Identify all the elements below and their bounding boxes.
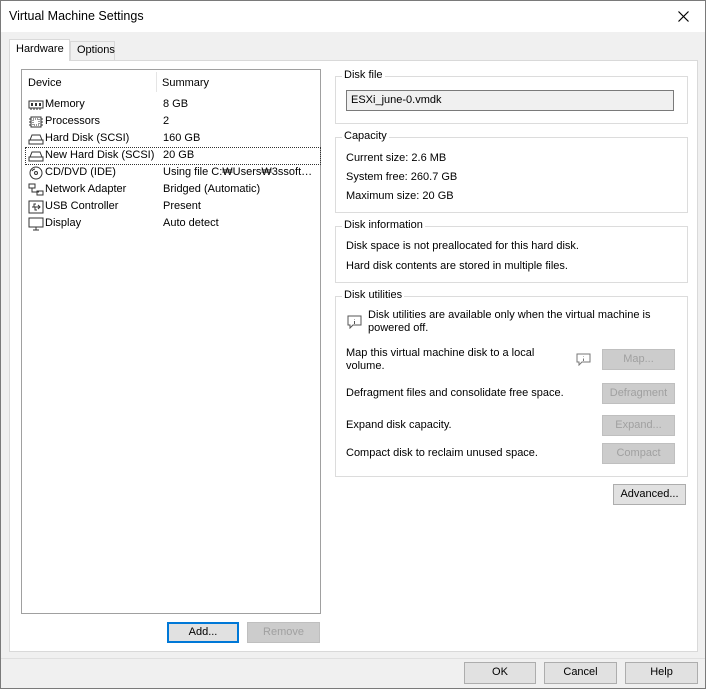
disk-file-field[interactable]: ESXi_june-0.vmdk — [346, 90, 674, 111]
processor-icon — [29, 116, 43, 128]
compact-button[interactable]: Compact — [602, 443, 675, 464]
map-button-label: Map... — [623, 353, 654, 365]
expand-button-label: Expand... — [615, 419, 662, 431]
defragment-button-label: Defragment — [609, 387, 668, 399]
device-summary: 2 — [163, 115, 170, 127]
add-button-label: Add... — [188, 626, 218, 638]
remove-button[interactable]: Remove — [247, 622, 320, 643]
advanced-button[interactable]: Advanced... — [613, 484, 686, 505]
device-row-network-adapter[interactable]: Network Adapter Bridged (Automatic) — [26, 182, 320, 198]
tab-options[interactable]: Options — [70, 41, 115, 60]
info-icon — [347, 315, 362, 329]
compact-description: Compact disk to reclaim unused space. — [346, 447, 538, 459]
network-adapter-icon — [28, 183, 44, 196]
memory-icon — [28, 100, 44, 110]
column-header-summary[interactable]: Summary — [162, 77, 209, 89]
footer-divider — [1, 658, 705, 659]
ok-button[interactable]: OK — [464, 662, 536, 684]
disk-info-line-1: Disk space is not preallocated for this … — [346, 240, 579, 252]
tab-hardware-label: Hardware — [16, 43, 64, 55]
device-row-hard-disk[interactable]: Hard Disk (SCSI) 160 GB — [26, 131, 320, 147]
disk-information-group-label: Disk information — [342, 219, 425, 231]
device-name: New Hard Disk (SCSI) — [45, 149, 155, 161]
device-summary: Present — [163, 200, 201, 212]
device-name: Hard Disk (SCSI) — [45, 132, 130, 144]
device-summary: 20 GB — [163, 149, 195, 161]
device-row-new-hard-disk[interactable]: New Hard Disk (SCSI) 20 GB — [25, 147, 321, 165]
virtual-machine-settings-window: Virtual Machine Settings Hardware Option… — [0, 0, 706, 689]
device-name: CD/DVD (IDE) — [45, 166, 116, 178]
column-separator[interactable] — [156, 72, 157, 92]
device-name: Processors — [45, 115, 101, 127]
help-button[interactable]: Help — [625, 662, 698, 684]
ok-button-label: OK — [492, 666, 508, 678]
disk-utilities-notice-line-2: powered off. — [368, 322, 429, 334]
device-row-memory[interactable]: Memory 8 GB — [26, 97, 320, 113]
disk-utilities-group-label: Disk utilities — [342, 289, 405, 301]
device-row-cd-dvd[interactable]: CD/DVD (IDE) Using file C:₩Users₩3ssoft… — [26, 165, 320, 181]
map-description-line-2: volume. — [346, 360, 385, 372]
hard-disk-icon — [28, 134, 44, 145]
display-icon — [28, 217, 44, 231]
device-summary: Bridged (Automatic) — [163, 183, 261, 195]
device-name: Network Adapter — [45, 183, 127, 195]
column-header-device[interactable]: Device — [28, 77, 62, 89]
close-icon — [677, 11, 689, 22]
device-list-header: Device Summary — [22, 70, 320, 94]
device-row-usb-controller[interactable]: USB Controller Present — [26, 199, 320, 215]
disk-info-line-2: Hard disk contents are stored in multipl… — [346, 260, 568, 272]
tab-options-label: Options — [77, 44, 115, 56]
defragment-button[interactable]: Defragment — [602, 383, 675, 404]
current-size-text: Current size: 2.6 MB — [346, 152, 447, 164]
help-button-label: Help — [650, 666, 673, 678]
window-title: Virtual Machine Settings — [9, 9, 144, 23]
map-description-line-1: Map this virtual machine disk to a local — [346, 347, 535, 359]
system-free-text: System free: 260.7 GB — [346, 171, 458, 183]
close-button[interactable] — [661, 1, 705, 32]
capacity-group-label: Capacity — [342, 130, 389, 142]
map-button[interactable]: Map... — [602, 349, 675, 370]
compact-button-label: Compact — [616, 447, 661, 459]
device-name: USB Controller — [45, 200, 119, 212]
device-row-display[interactable]: Display Auto detect — [26, 216, 320, 232]
capacity-group: Capacity Current size: 2.6 MB System fre… — [335, 130, 688, 213]
disk-file-group-label: Disk file — [342, 69, 385, 81]
expand-description: Expand disk capacity. — [346, 419, 452, 431]
disk-file-group: Disk file ESXi_june-0.vmdk — [335, 69, 688, 124]
hardware-tab-panel: Device Summary Memory 8 GB Processors 2 … — [9, 60, 698, 652]
info-icon — [576, 353, 591, 366]
expand-button[interactable]: Expand... — [602, 415, 675, 436]
defragment-description: Defragment files and consolidate free sp… — [346, 387, 564, 399]
maximum-size-text: Maximum size: 20 GB — [346, 190, 454, 202]
device-row-processors[interactable]: Processors 2 — [26, 114, 320, 130]
usb-icon — [28, 200, 44, 214]
add-button[interactable]: Add... — [167, 622, 239, 643]
device-summary: 160 GB — [163, 132, 201, 144]
disk-utilities-notice-line-1: Disk utilities are available only when t… — [368, 309, 651, 321]
disk-utilities-group: Disk utilities Disk utilities are availa… — [335, 289, 688, 477]
title-bar: Virtual Machine Settings — [1, 1, 705, 32]
device-summary: Auto detect — [163, 217, 219, 229]
cancel-button[interactable]: Cancel — [544, 662, 617, 684]
cd-dvd-icon — [29, 166, 43, 180]
device-list[interactable]: Device Summary Memory 8 GB Processors 2 … — [21, 69, 321, 614]
tab-hardware[interactable]: Hardware — [9, 39, 70, 61]
remove-button-label: Remove — [263, 626, 304, 638]
device-name: Display — [45, 217, 82, 229]
hard-disk-icon — [28, 151, 44, 162]
device-name: Memory — [45, 98, 85, 110]
device-summary: Using file C:₩Users₩3ssoft… — [163, 166, 313, 178]
advanced-button-label: Advanced... — [620, 488, 679, 500]
cancel-button-label: Cancel — [563, 666, 598, 678]
device-summary: 8 GB — [163, 98, 189, 110]
disk-information-group: Disk information Disk space is not preal… — [335, 219, 688, 283]
